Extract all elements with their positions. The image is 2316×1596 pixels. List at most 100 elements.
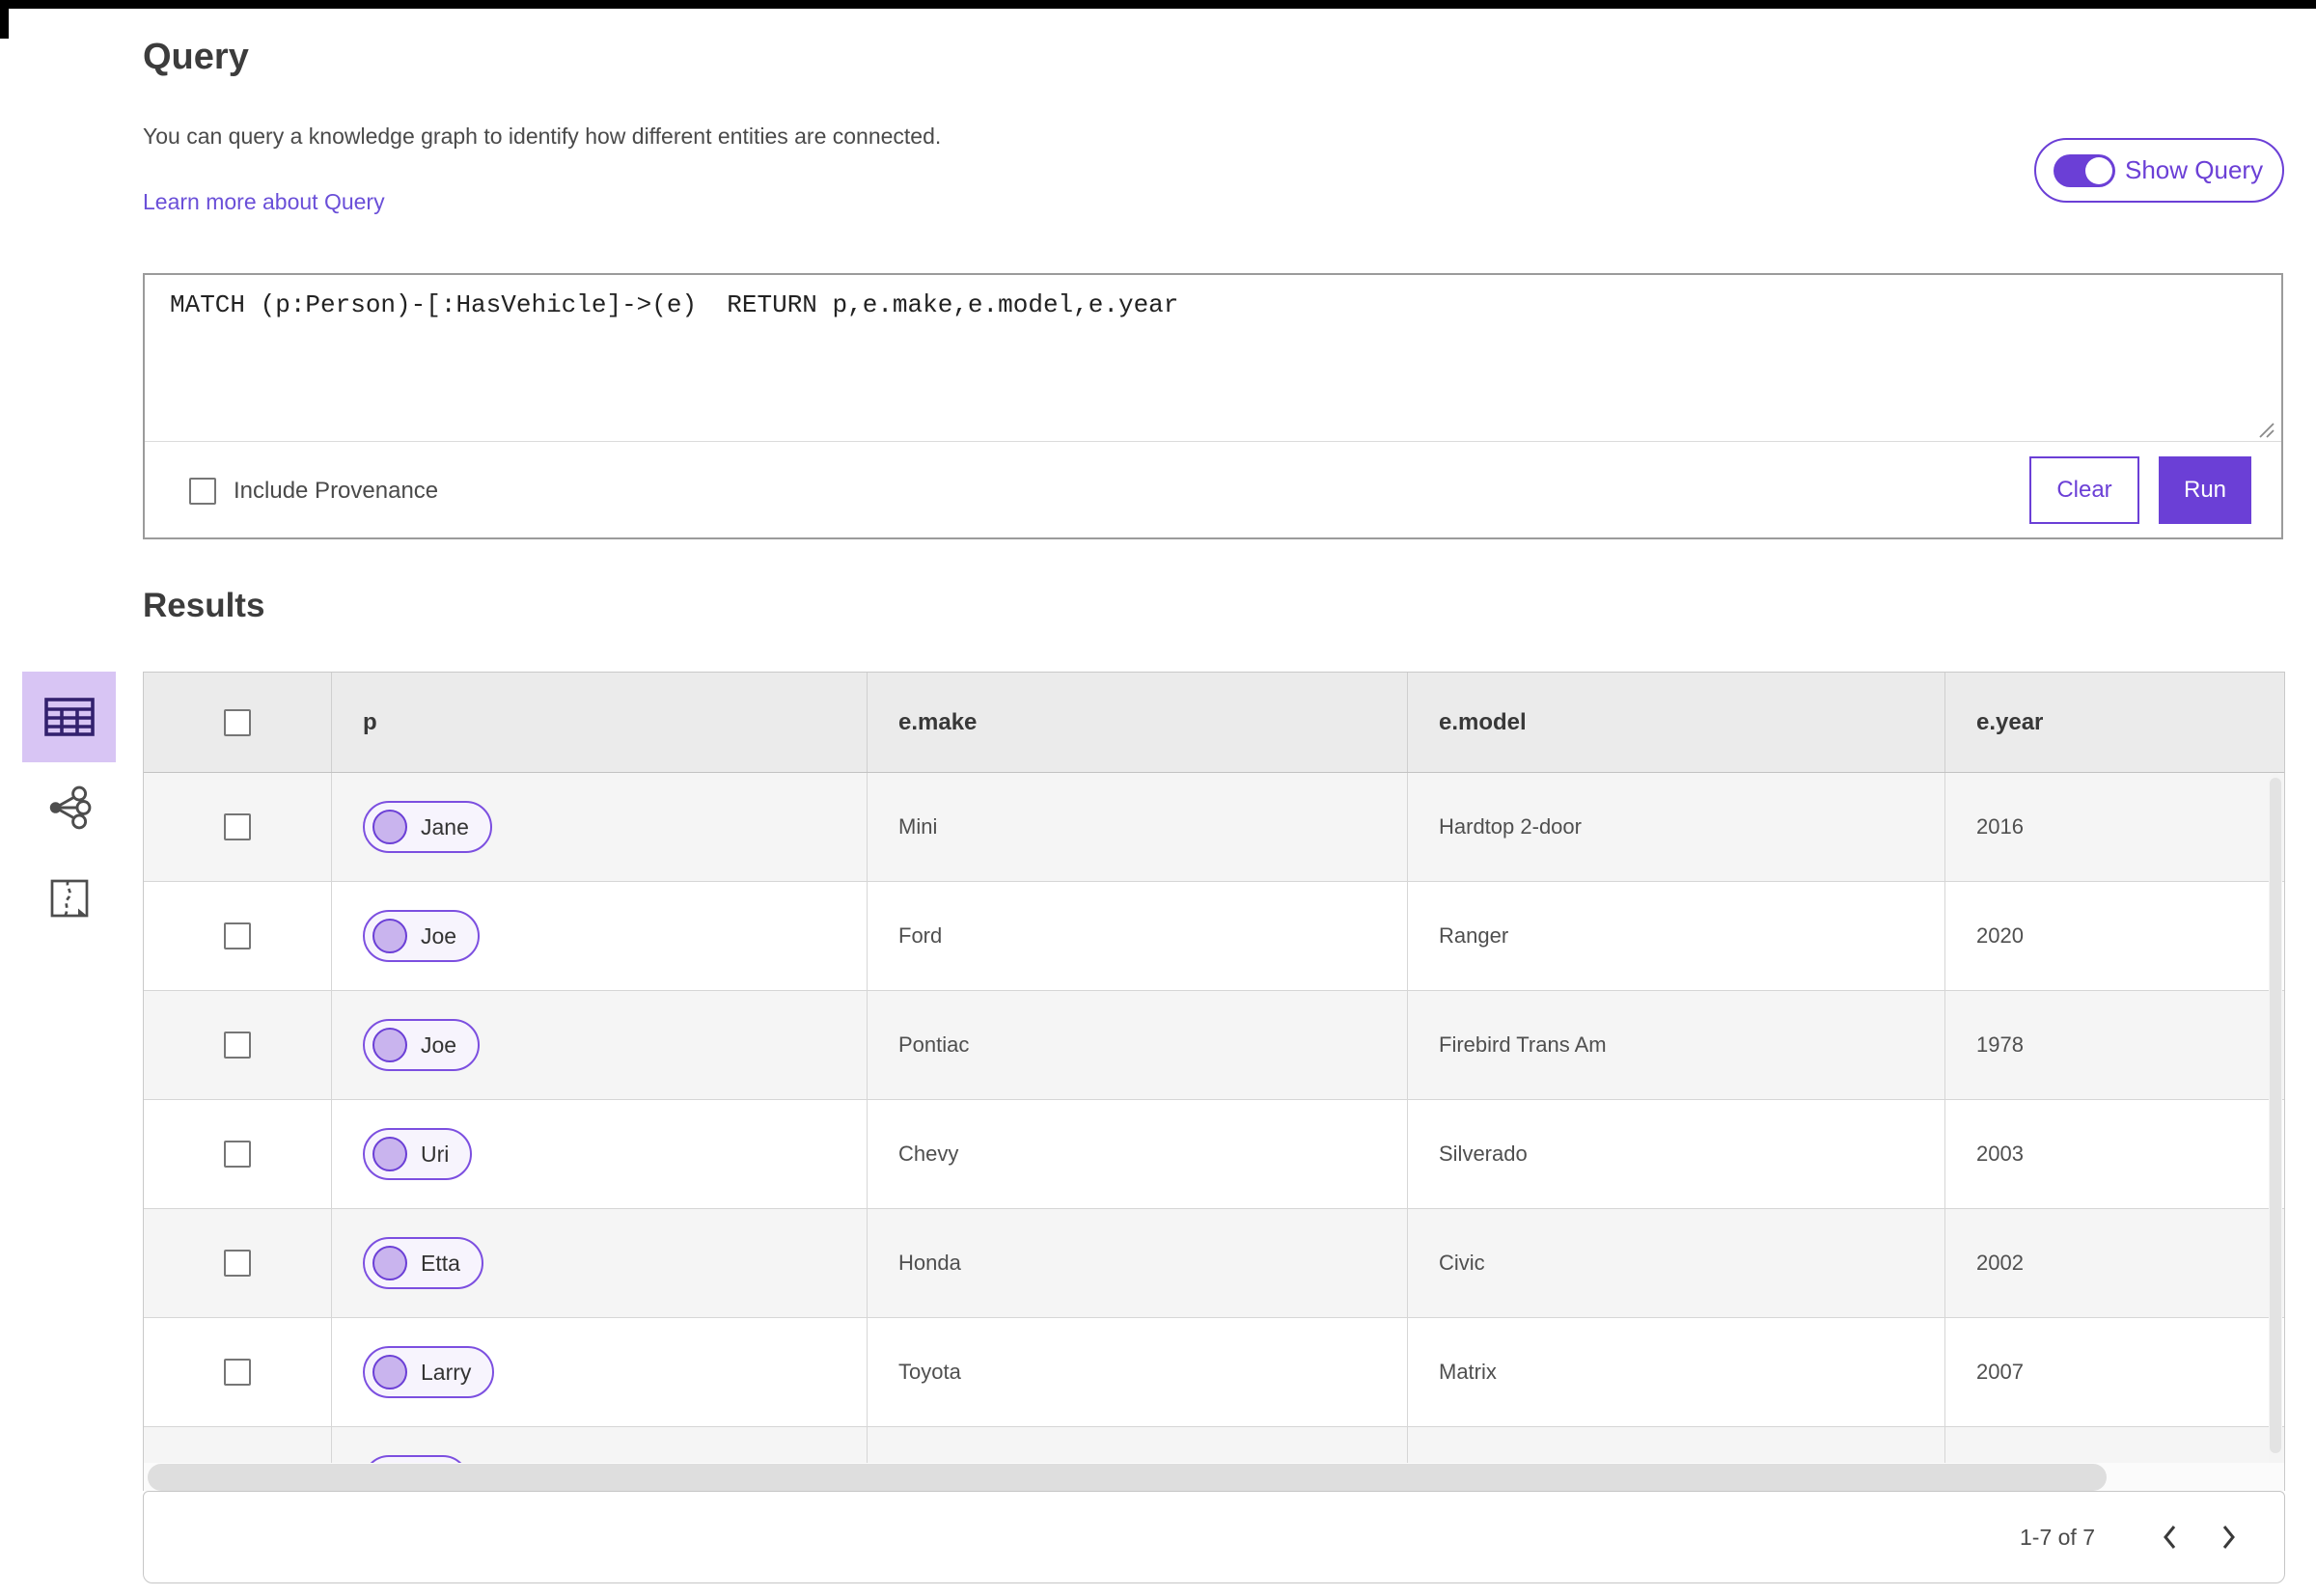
map-view-button[interactable]: [22, 853, 116, 944]
results-title: Results: [143, 587, 265, 624]
include-provenance-label: Include Provenance: [234, 478, 439, 504]
table-row[interactable]: Joe Pontiac Firebird Trans Am 1978: [144, 991, 2284, 1100]
row-checkbox-cell: [144, 882, 332, 990]
entity-icon: [372, 1028, 407, 1062]
row-checkbox[interactable]: [224, 922, 251, 949]
year-cell: 2002: [1976, 1251, 2024, 1275]
results-table: p e.make e.model e.year Jane Mini Hardto…: [143, 672, 2285, 1491]
entity-chip[interactable]: Uri: [363, 1128, 473, 1180]
model-cell: Firebird Trans Am: [1408, 991, 1945, 1099]
entity-chip-label: Joe: [421, 922, 457, 949]
person-cell: Uri: [332, 1100, 868, 1208]
select-all-checkbox[interactable]: [224, 708, 251, 736]
year-cell: 2007: [1976, 1360, 2024, 1384]
results-view-switcher: [22, 672, 116, 944]
make-cell: Mini: [868, 773, 1408, 881]
previous-page-button[interactable]: [2141, 1508, 2199, 1566]
row-checkbox[interactable]: [224, 813, 251, 840]
year-cell: 2003: [1976, 1142, 2024, 1166]
entity-chip-label: Joe: [421, 1032, 457, 1058]
person-cell: Etta: [332, 1209, 868, 1317]
entity-chip-label: Etta: [421, 1250, 460, 1276]
table-row[interactable]: Joe Ford Ranger 2020: [144, 882, 2284, 991]
show-query-label: Show Query: [2125, 155, 2264, 184]
clear-button[interactable]: Clear: [2029, 456, 2139, 524]
row-checkbox[interactable]: [224, 1141, 251, 1168]
model-cell: Hardtop 2-door: [1408, 773, 1945, 881]
row-checkbox-cell: [144, 1318, 332, 1426]
entity-icon: [372, 919, 407, 953]
entity-chip[interactable]: Joe: [363, 910, 481, 962]
query-input[interactable]: MATCH (p:Person)-[:HasVehicle]->(e) RETU…: [145, 275, 2281, 441]
entity-chip-label: Uri: [421, 1141, 450, 1167]
pagination-bar: 1-7 of 7: [143, 1491, 2285, 1583]
row-checkbox-cell: [144, 773, 332, 881]
include-provenance-control[interactable]: Include Provenance: [189, 478, 438, 505]
include-provenance-checkbox[interactable]: [189, 478, 216, 505]
row-checkbox[interactable]: [224, 1359, 251, 1386]
page-title: Query: [143, 37, 249, 77]
entity-icon: [372, 810, 407, 844]
make-cell: Chevy: [868, 1100, 1408, 1208]
horizontal-scrollbar[interactable]: [144, 1463, 2284, 1491]
table-row[interactable]: Etta Honda Civic 2002: [144, 1209, 2284, 1318]
entity-chip[interactable]: Jane: [363, 801, 492, 853]
window-top-edge: [0, 0, 2316, 9]
column-header-make[interactable]: e.make: [868, 673, 1408, 772]
model-cell: Civic: [1408, 1209, 1945, 1317]
row-checkbox-cell: [144, 991, 332, 1099]
table-row[interactable]: Larry Toyota Matrix 2007: [144, 1318, 2284, 1427]
column-header-p[interactable]: p: [332, 673, 868, 772]
run-button[interactable]: Run: [2159, 456, 2251, 524]
model-cell: Matrix: [1408, 1318, 1945, 1426]
entity-chip-label: Larry: [421, 1359, 472, 1385]
model-cell: Silverado: [1408, 1100, 1945, 1208]
entity-chip[interactable]: Joe: [363, 1019, 481, 1071]
make-cell: Toyota: [868, 1318, 1408, 1426]
divider: [145, 441, 2281, 442]
vertical-scrollbar-thumb[interactable]: [2270, 778, 2281, 1453]
window-left-edge: [0, 0, 9, 39]
entity-icon: [372, 1355, 407, 1390]
horizontal-scrollbar-thumb[interactable]: [148, 1464, 2107, 1491]
chevron-right-icon: [2222, 1526, 2235, 1549]
vertical-scrollbar[interactable]: [2269, 774, 2282, 1467]
person-cell: Joe: [332, 991, 868, 1099]
make-cell: Honda: [868, 1209, 1408, 1317]
toggle-knob: [2085, 156, 2112, 184]
table-row[interactable]: Jane Mini Hardtop 2-door 2016: [144, 773, 2284, 882]
table-row[interactable]: Uri Chevy Silverado 2003: [144, 1100, 2284, 1209]
query-page: Query You can query a knowledge graph to…: [0, 0, 2316, 1596]
map-icon: [50, 879, 88, 918]
show-query-toggle[interactable]: Show Query: [2034, 138, 2284, 203]
link-chart-view-button[interactable]: [22, 762, 116, 853]
person-cell: Jane: [332, 773, 868, 881]
year-cell: 2020: [1976, 923, 2024, 948]
next-page-button[interactable]: [2199, 1508, 2257, 1566]
model-cell: Ranger: [1408, 882, 1945, 990]
entity-icon: [372, 1246, 407, 1280]
column-header-year[interactable]: e.year: [1945, 673, 2284, 772]
resize-handle-icon[interactable]: [2252, 416, 2275, 439]
link-chart-icon: [49, 785, 91, 830]
entity-chip[interactable]: Larry: [363, 1346, 495, 1398]
year-cell: 1978: [1976, 1032, 2024, 1057]
year-cell: 2016: [1976, 814, 2024, 839]
row-checkbox[interactable]: [224, 1250, 251, 1277]
learn-more-link[interactable]: Learn more about Query: [143, 189, 385, 215]
person-cell: Joe: [332, 882, 868, 990]
entity-chip[interactable]: Etta: [363, 1237, 483, 1289]
row-checkbox[interactable]: [224, 1032, 251, 1059]
column-header-model[interactable]: e.model: [1408, 673, 1945, 772]
person-cell: Larry: [332, 1318, 868, 1426]
header-checkbox-cell: [144, 673, 332, 772]
entity-icon: [372, 1137, 407, 1171]
chevron-left-icon: [2164, 1526, 2176, 1549]
table-body: Jane Mini Hardtop 2-door 2016 Joe Ford R…: [144, 773, 2284, 1491]
toggle-switch-on[interactable]: [2054, 153, 2115, 187]
table-view-button[interactable]: [22, 672, 116, 762]
row-checkbox-cell: [144, 1100, 332, 1208]
page-range-label: 1-7 of 7: [2020, 1524, 2095, 1550]
table-icon: [43, 698, 95, 736]
make-cell: Ford: [868, 882, 1408, 990]
